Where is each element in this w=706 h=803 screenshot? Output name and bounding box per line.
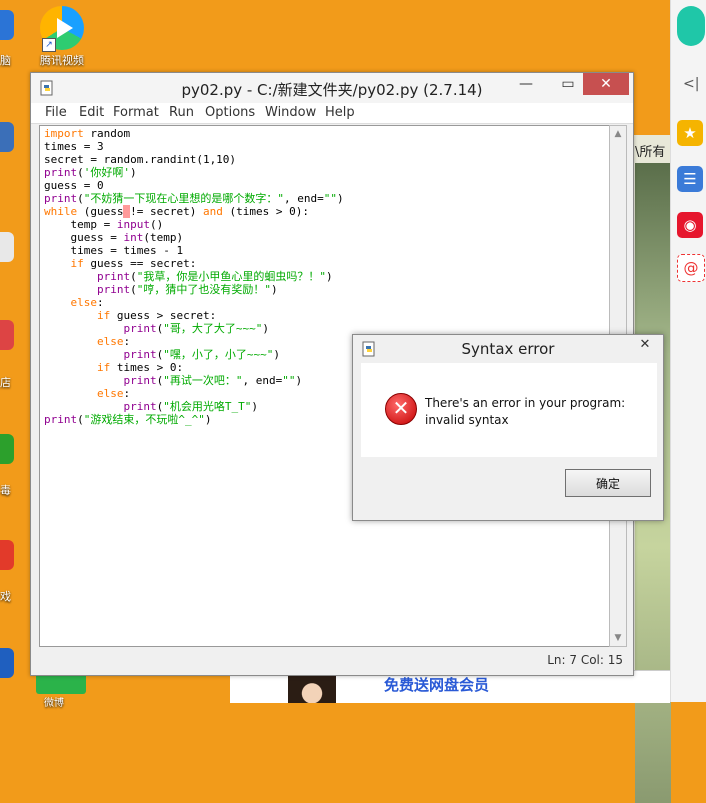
minimize-button[interactable]: — bbox=[511, 73, 541, 95]
star-icon[interactable]: ★ bbox=[677, 120, 703, 146]
menu-options[interactable]: Options bbox=[205, 105, 255, 120]
desktop-label-computer[interactable]: 脑 bbox=[0, 52, 11, 68]
desktop-icon-computer[interactable] bbox=[0, 10, 14, 40]
dialog-body: ✕ There's an error in your program: inva… bbox=[361, 363, 657, 457]
scroll-up-arrow-icon[interactable]: ▲ bbox=[610, 126, 626, 142]
desktop-icon-app4[interactable] bbox=[0, 320, 14, 350]
collapse-arrow-icon[interactable]: <| bbox=[683, 76, 699, 92]
menu-edit[interactable]: Edit bbox=[79, 105, 104, 120]
desktop-label-game[interactable]: 戏 bbox=[0, 588, 11, 604]
shortcut-arrow-icon: ↗ bbox=[42, 38, 56, 52]
syntax-error-dialog[interactable]: Syntax error ✕ ✕ There's an error in you… bbox=[352, 334, 664, 521]
close-button[interactable]: ✕ bbox=[583, 73, 629, 95]
background-window-text: \所有 bbox=[635, 145, 666, 160]
menu-format[interactable]: Format bbox=[113, 105, 159, 120]
side-toolbar: <| ★ ☰ ◉ @ bbox=[670, 0, 706, 702]
menu-window[interactable]: Window bbox=[265, 105, 316, 120]
desktop-icon-label: 腾讯视频 bbox=[40, 54, 84, 67]
source-code[interactable]: import random times = 3 secret = random.… bbox=[44, 127, 344, 426]
window-title: py02.py - C:/新建文件夹/py02.py (2.7.14) bbox=[181, 81, 483, 99]
maximize-button[interactable]: ▭ bbox=[553, 73, 583, 95]
ad-text[interactable]: 免费送网盘会员 bbox=[384, 674, 489, 695]
weibo-icon[interactable]: ◉ bbox=[677, 212, 703, 238]
menu-run[interactable]: Run bbox=[169, 105, 194, 120]
menu-file[interactable]: File bbox=[45, 105, 67, 120]
desktop-label-store[interactable]: 店 bbox=[0, 374, 11, 390]
menu-bar: File Edit Format Run Options Window Help bbox=[31, 103, 633, 124]
desktop-icon-antivirus[interactable] bbox=[0, 434, 14, 464]
tencent-video-icon: ↗ bbox=[40, 6, 84, 52]
dialog-title: Syntax error bbox=[461, 340, 555, 358]
window-titlebar[interactable]: py02.py - C:/新建文件夹/py02.py (2.7.14) — ▭ … bbox=[31, 73, 633, 103]
error-message: There's an error in your program: invali… bbox=[425, 395, 625, 429]
desktop-icon-app3[interactable] bbox=[0, 232, 14, 262]
desktop-icon-tencent-video[interactable]: ↗ 腾讯视频 bbox=[32, 6, 92, 68]
error-icon: ✕ bbox=[385, 393, 417, 425]
desktop-icon-app2[interactable] bbox=[0, 122, 14, 152]
desktop-icon-app5[interactable] bbox=[0, 648, 14, 678]
desktop-icon-game[interactable] bbox=[0, 540, 14, 570]
error-message-line2: invalid syntax bbox=[425, 413, 509, 427]
scroll-down-arrow-icon[interactable]: ▼ bbox=[610, 630, 626, 646]
mail-icon[interactable]: @ bbox=[677, 254, 705, 282]
ok-button[interactable]: 确定 bbox=[565, 469, 651, 497]
news-icon[interactable]: ☰ bbox=[677, 166, 703, 192]
dialog-close-button[interactable]: ✕ bbox=[629, 335, 661, 355]
menu-help[interactable]: Help bbox=[325, 105, 355, 120]
cursor-position: Ln: 7 Col: 15 bbox=[547, 653, 623, 667]
status-bar: Ln: 7 Col: 15 bbox=[31, 649, 633, 673]
desktop-label-antivirus[interactable]: 毒 bbox=[0, 482, 11, 498]
error-message-line1: There's an error in your program: bbox=[425, 396, 626, 410]
browser-logo-icon[interactable] bbox=[677, 6, 705, 46]
